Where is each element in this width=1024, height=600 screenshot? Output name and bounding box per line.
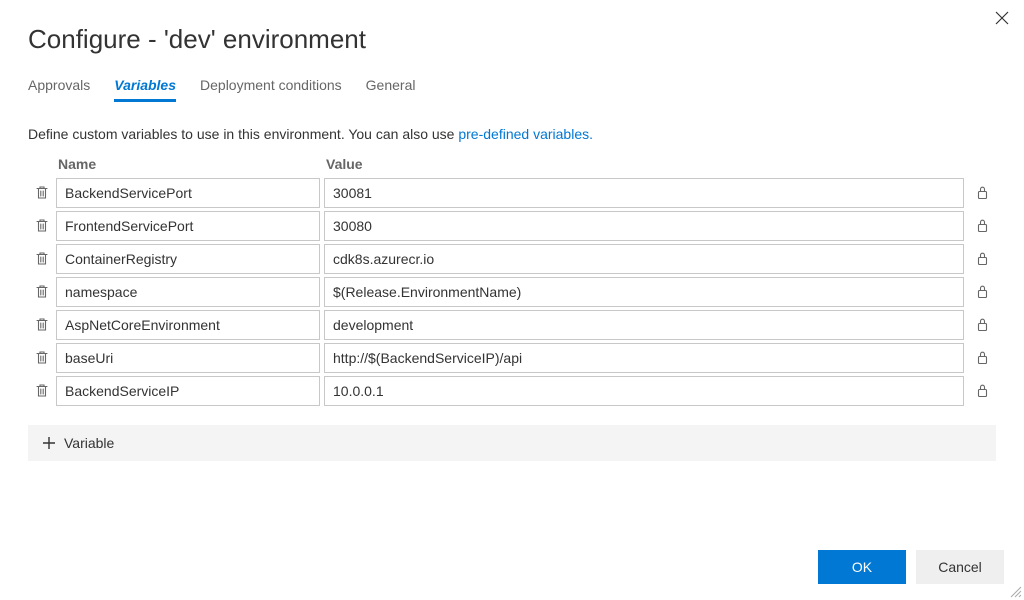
header-name: Name (56, 156, 320, 172)
delete-variable-button[interactable] (28, 185, 56, 200)
variable-row (28, 209, 996, 242)
trash-icon (35, 218, 49, 233)
trash-icon (35, 284, 49, 299)
delete-variable-button[interactable] (28, 350, 56, 365)
description-pre: Define custom variables to use in this e… (28, 126, 458, 142)
trash-icon (35, 251, 49, 266)
resize-handle[interactable] (1008, 584, 1022, 598)
description-text: Define custom variables to use in this e… (28, 126, 996, 142)
variable-name-input[interactable] (56, 277, 320, 307)
plus-icon (42, 436, 56, 450)
lock-variable-button[interactable] (968, 350, 996, 365)
resize-icon (1008, 584, 1022, 598)
lock-variable-button[interactable] (968, 218, 996, 233)
variable-row (28, 308, 996, 341)
variable-value-input[interactable] (324, 310, 964, 340)
tab-general[interactable]: General (366, 77, 416, 102)
variable-name-input[interactable] (56, 376, 320, 406)
lock-icon (976, 251, 989, 266)
variable-row (28, 341, 996, 374)
variable-name-input[interactable] (56, 343, 320, 373)
lock-icon (976, 185, 989, 200)
variable-row (28, 242, 996, 275)
variable-value-input[interactable] (324, 277, 964, 307)
table-body (28, 176, 996, 407)
close-icon (994, 10, 1010, 26)
close-button[interactable] (994, 10, 1010, 26)
variable-row (28, 176, 996, 209)
trash-icon (35, 350, 49, 365)
variable-name-input[interactable] (56, 244, 320, 274)
variable-name-input[interactable] (56, 310, 320, 340)
variables-table: Name Value (28, 156, 996, 407)
add-variable-label: Variable (64, 435, 114, 451)
trash-icon (35, 383, 49, 398)
delete-variable-button[interactable] (28, 251, 56, 266)
variable-name-input[interactable] (56, 178, 320, 208)
lock-variable-button[interactable] (968, 251, 996, 266)
variable-row (28, 374, 996, 407)
tab-approvals[interactable]: Approvals (28, 77, 90, 102)
variable-value-input[interactable] (324, 376, 964, 406)
delete-variable-button[interactable] (28, 218, 56, 233)
lock-icon (976, 383, 989, 398)
lock-icon (976, 350, 989, 365)
delete-variable-button[interactable] (28, 317, 56, 332)
add-variable-button[interactable]: Variable (28, 425, 996, 461)
cancel-button[interactable]: Cancel (916, 550, 1004, 584)
dialog-title: Configure - 'dev' environment (28, 24, 996, 55)
dialog-footer: OK Cancel (818, 550, 1004, 584)
configure-environment-dialog: Configure - 'dev' environment Approvals … (0, 0, 1024, 600)
lock-icon (976, 284, 989, 299)
tab-deployment-conditions[interactable]: Deployment conditions (200, 77, 342, 102)
variable-value-input[interactable] (324, 211, 964, 241)
ok-button[interactable]: OK (818, 550, 906, 584)
trash-icon (35, 185, 49, 200)
tab-variables[interactable]: Variables (114, 77, 176, 102)
lock-variable-button[interactable] (968, 383, 996, 398)
lock-icon (976, 317, 989, 332)
lock-variable-button[interactable] (968, 185, 996, 200)
predefined-variables-link[interactable]: pre-defined variables. (458, 126, 593, 142)
lock-variable-button[interactable] (968, 284, 996, 299)
delete-variable-button[interactable] (28, 383, 56, 398)
trash-icon (35, 317, 49, 332)
variable-value-input[interactable] (324, 343, 964, 373)
variable-name-input[interactable] (56, 211, 320, 241)
table-headers: Name Value (28, 156, 996, 172)
lock-variable-button[interactable] (968, 317, 996, 332)
delete-variable-button[interactable] (28, 284, 56, 299)
header-value: Value (320, 156, 968, 172)
variable-value-input[interactable] (324, 244, 964, 274)
variable-value-input[interactable] (324, 178, 964, 208)
variable-row (28, 275, 996, 308)
lock-icon (976, 218, 989, 233)
tab-bar: Approvals Variables Deployment condition… (28, 77, 996, 102)
